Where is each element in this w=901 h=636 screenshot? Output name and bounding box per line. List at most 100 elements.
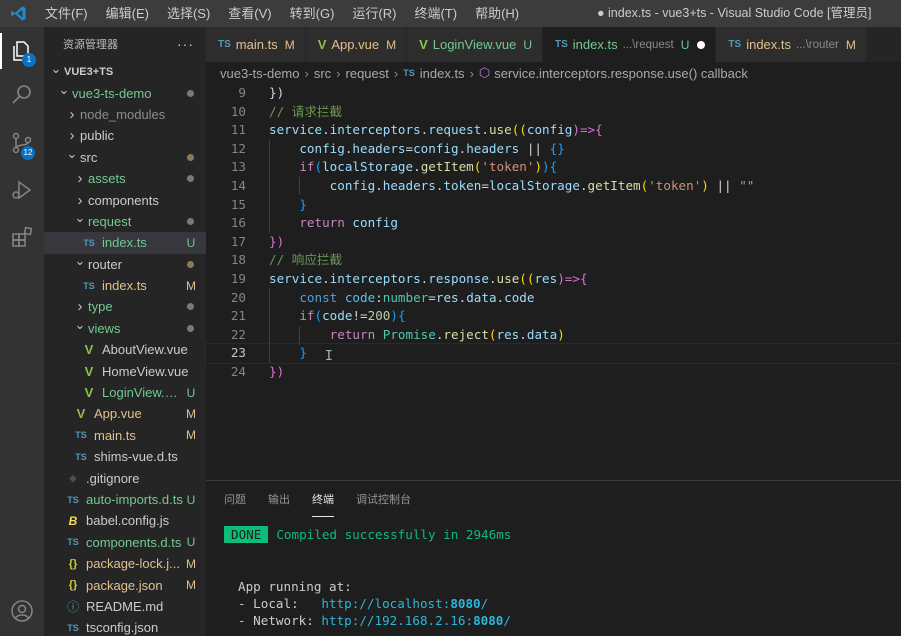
code-line: 10 // 请求拦截 xyxy=(206,103,901,122)
tree-folder[interactable]: › components xyxy=(44,189,206,210)
git-status-badge: M xyxy=(186,278,196,293)
code-token: data xyxy=(526,326,558,342)
network-url-link[interactable]: http://192.168.2.16:8080/ xyxy=(321,613,511,628)
code-token: headers xyxy=(466,140,520,156)
git-status-badge: U xyxy=(680,37,690,52)
tab-label: LoginView.vue xyxy=(432,37,517,52)
tree-file[interactable]: TS index.ts M xyxy=(44,275,206,296)
menu-item[interactable]: 运行(R) xyxy=(343,0,405,27)
code-token: . xyxy=(375,178,383,193)
tree-folder[interactable]: ⌄ request xyxy=(44,210,206,232)
line-number: 22 xyxy=(230,326,246,342)
vue-file-icon: V xyxy=(84,385,94,401)
tree-file[interactable]: TS components.d.ts U xyxy=(44,532,206,553)
code-token: = xyxy=(481,178,489,193)
tree-file[interactable]: TS shims-vue.d.ts xyxy=(44,446,206,467)
tree-folder[interactable]: › node_modules xyxy=(44,104,206,125)
code-line: 16 return config xyxy=(206,214,901,233)
menu-item[interactable]: 终端(T) xyxy=(405,0,466,27)
tree-file[interactable]: V AboutView.vue xyxy=(44,339,206,360)
menu-item[interactable]: 查看(V) xyxy=(219,0,280,27)
tree-file[interactable]: V LoginView.vue U xyxy=(44,382,206,403)
local-url-link[interactable]: http://localhost:8080/ xyxy=(321,596,488,611)
tree-file[interactable]: Bbabel.config.js xyxy=(44,510,206,531)
code-text: } xyxy=(269,196,307,215)
tree-folder[interactable]: ⌄ src xyxy=(44,146,206,168)
tree-file[interactable]: TS index.ts U xyxy=(44,232,206,254)
local-url: http://localhost: xyxy=(321,596,451,611)
vue-file-icon: V xyxy=(76,406,86,422)
tree-item-label: public xyxy=(80,128,114,144)
git-status-badge: M xyxy=(845,37,856,52)
panel-tab[interactable]: 输出 xyxy=(268,487,290,511)
json-file-icon: {} xyxy=(68,579,78,592)
menu-item[interactable]: 帮助(H) xyxy=(466,0,528,27)
tree-folder[interactable]: ⌄ vue3-ts-demo xyxy=(44,82,206,103)
tree-file[interactable]: TS main.ts M xyxy=(44,425,206,446)
tree-item-label: main.ts xyxy=(94,427,136,443)
breadcrumb-item[interactable]: service.interceptors.response.use() call… xyxy=(494,66,748,81)
code-line: 21 if(code!=200){ xyxy=(206,307,901,326)
method-cube-icon: ⬡ xyxy=(478,65,491,80)
panel-tab[interactable]: 调试控制台 xyxy=(356,487,411,511)
tree-file[interactable]: V HomeView.vue xyxy=(44,360,206,381)
editor-tab[interactable]: TS main.ts M xyxy=(206,27,306,62)
code-text: service.interceptors.request.use((config… xyxy=(269,121,603,140)
tree-item-label: HomeView.vue xyxy=(102,363,189,379)
network-slash: / xyxy=(503,613,511,628)
breadcrumb-item[interactable]: request xyxy=(346,66,389,81)
code-token: }) xyxy=(269,364,285,379)
code-token: : xyxy=(375,289,383,305)
ts-file-icon: TS xyxy=(67,622,79,633)
menu-item[interactable]: 编辑(E) xyxy=(97,0,158,27)
menu-item[interactable]: 文件(F) xyxy=(36,0,97,27)
tree-file[interactable]: ◆ .gitignore xyxy=(44,467,206,488)
line-number: 17 xyxy=(230,233,246,249)
typescript-file-icon: TS xyxy=(728,39,742,50)
line-number: 15 xyxy=(230,196,246,212)
code-token: {} xyxy=(549,140,565,156)
code-token: || xyxy=(519,140,550,156)
unsaved-dot-icon[interactable] xyxy=(697,40,706,49)
breadcrumb-item[interactable]: index.ts xyxy=(420,66,465,81)
account-icon[interactable] xyxy=(6,595,38,627)
tree-file[interactable]: {} package-lock.j... M xyxy=(44,553,206,574)
title-bar: 文件(F) 编辑(E) 选择(S) 查看(V) 转到(G) 运行(R) 终端(T) 帮助(H)… xyxy=(0,0,901,27)
tree-item-label: views xyxy=(88,320,121,336)
more-actions-icon[interactable]: ··· xyxy=(177,36,194,52)
tree-folder[interactable]: › assets xyxy=(44,168,206,189)
code-token: if xyxy=(269,159,315,175)
code-editor[interactable]: I 9}) 10// 请求拦截 11 service.interceptors.req… xyxy=(205,84,901,480)
babel-file-icon: B xyxy=(68,513,78,528)
search-icon[interactable] xyxy=(6,79,38,111)
tree-folder[interactable]: › type xyxy=(44,296,206,317)
typescript-file-icon: TS xyxy=(218,39,231,50)
breadcrumb-item[interactable]: src xyxy=(314,66,331,81)
extensions-icon[interactable] xyxy=(6,221,38,253)
run-debug-icon[interactable] xyxy=(6,174,38,206)
menu-bar: 文件(F) 编辑(E) 选择(S) 查看(V) 转到(G) 运行(R) 终端(T) 帮助(H) xyxy=(36,0,528,27)
menu-item[interactable]: 转到(G) xyxy=(281,0,344,27)
tree-file[interactable]: ⓘ README.md xyxy=(44,596,206,617)
tree-item-label: VUE3+TS xyxy=(64,65,114,78)
editor-tabs: TS main.ts M V App.vue M V LoginView.vue U TS inde… xyxy=(206,27,901,62)
editor-tab[interactable]: V App.vue M xyxy=(305,27,408,62)
workspace-root[interactable]: ⌄ VUE3+TS xyxy=(44,61,206,82)
tree-file[interactable]: V App.vue M xyxy=(44,403,206,424)
editor-tab[interactable]: V LoginView.vue U xyxy=(407,27,544,62)
vue-file-icon: V xyxy=(419,37,428,52)
panel-tab[interactable]: 问题 xyxy=(224,487,246,511)
breadcrumb-item[interactable]: vue3-ts-demo xyxy=(220,66,299,81)
panel-tab[interactable]: 终端 xyxy=(312,487,334,517)
chevron-down-icon: ⌄ xyxy=(74,253,86,269)
tree-file[interactable]: TS tsconfig.json xyxy=(44,617,206,636)
tree-folder[interactable]: ⌄ router xyxy=(44,253,206,275)
tree-file[interactable]: {} package.json M xyxy=(44,574,206,595)
tree-file[interactable]: TS auto-imports.d.ts U xyxy=(44,489,206,510)
tree-folder[interactable]: ⌄ views xyxy=(44,317,206,339)
editor-tab[interactable]: TS index.ts ...\request U xyxy=(543,27,717,62)
menu-item[interactable]: 选择(S) xyxy=(158,0,219,27)
tree-folder[interactable]: › public xyxy=(44,125,206,146)
chevron-down-icon: ⌄ xyxy=(66,146,78,162)
editor-tab[interactable]: TS index.ts ...\router M xyxy=(716,27,867,62)
